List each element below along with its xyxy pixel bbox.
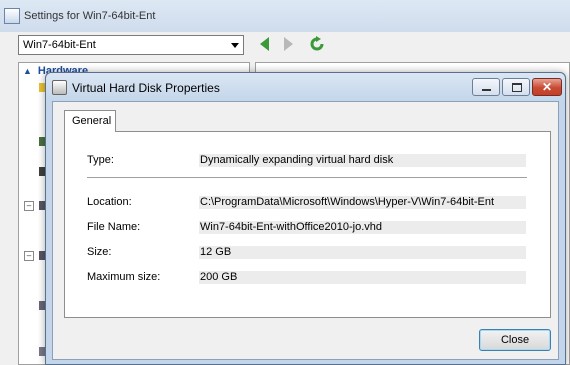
max-size-value: 200 GB <box>199 271 526 284</box>
minimize-icon <box>482 89 491 91</box>
settings-window-title: Settings for Win7-64bit-Ent <box>24 10 156 22</box>
refresh-button[interactable] <box>309 36 324 52</box>
maximize-button[interactable] <box>502 78 530 96</box>
general-tab-panel: Type: Dynamically expanding virtual hard… <box>64 131 551 318</box>
forward-arrow-icon <box>284 37 293 51</box>
vm-selector-value: Win7-64bit-Ent <box>23 39 96 51</box>
separator <box>87 177 527 178</box>
file-name-label: File Name: <box>87 221 141 233</box>
dialog-body: General Type: Dynamically expanding virt… <box>52 101 559 360</box>
tree-collapse-toggle[interactable]: – <box>24 251 34 261</box>
dialog-title: Virtual Hard Disk Properties <box>72 81 220 95</box>
max-size-label: Maximum size: <box>87 271 161 283</box>
chevron-down-icon <box>231 43 239 48</box>
vm-selector-dropdown[interactable]: Win7-64bit-Ent <box>18 35 244 55</box>
chevron-up-icon: ▲ <box>23 66 32 76</box>
tree-collapse-toggle[interactable]: – <box>24 201 34 211</box>
vhd-icon <box>52 80 67 95</box>
forward-button[interactable] <box>283 36 297 52</box>
type-label: Type: <box>87 154 114 166</box>
type-value: Dynamically expanding virtual hard disk <box>199 154 526 167</box>
minimize-button[interactable] <box>472 78 500 96</box>
refresh-icon <box>310 36 324 51</box>
close-button[interactable]: Close <box>479 329 551 351</box>
maximize-icon <box>512 83 522 92</box>
settings-title-bar: Settings for Win7-64bit-Ent <box>0 0 570 32</box>
settings-app-icon <box>4 8 20 24</box>
location-value: C:\ProgramData\Microsoft\Windows\Hyper-V… <box>199 196 526 209</box>
dialog-title-bar[interactable]: Virtual Hard Disk Properties ✕ <box>46 73 565 101</box>
tab-general-label: General <box>72 115 112 127</box>
size-label: Size: <box>87 246 112 258</box>
location-label: Location: <box>87 196 132 208</box>
back-arrow-icon <box>260 37 269 51</box>
size-value: 12 GB <box>199 246 526 259</box>
file-name-value: Win7-64bit-Ent-withOffice2010-jo.vhd <box>199 221 526 234</box>
vhd-properties-dialog: Virtual Hard Disk Properties ✕ General T… <box>45 72 566 365</box>
close-icon: ✕ <box>541 80 553 94</box>
back-button[interactable] <box>258 36 272 52</box>
close-window-button[interactable]: ✕ <box>532 78 562 96</box>
tab-general[interactable]: General <box>64 110 116 132</box>
